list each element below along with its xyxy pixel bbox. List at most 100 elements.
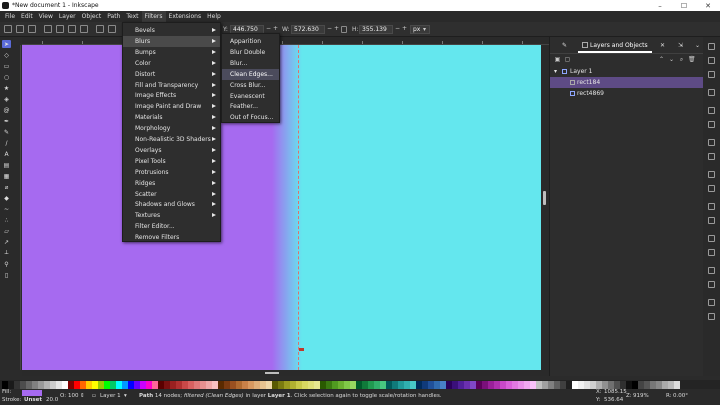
delete-icon[interactable]: 🗑 bbox=[688, 56, 696, 63]
selector-tool-icon[interactable]: ➤ bbox=[2, 40, 11, 48]
width-field[interactable]: 572.630 bbox=[291, 25, 325, 34]
preferences-icon[interactable] bbox=[708, 299, 715, 306]
eraser-tool-icon[interactable]: ▱ bbox=[2, 227, 11, 235]
zoom-tool-icon[interactable]: ⚲ bbox=[2, 260, 11, 268]
panel-menu-chevron-icon[interactable]: ⌄ bbox=[695, 42, 700, 49]
save-icon[interactable] bbox=[708, 71, 715, 78]
menu-layer[interactable]: Layer bbox=[56, 11, 79, 22]
import-icon[interactable] bbox=[708, 107, 715, 114]
spiral-tool-icon[interactable]: @ bbox=[2, 106, 11, 114]
blurs-submenu-item[interactable]: Feather... bbox=[222, 101, 279, 112]
h-decrement[interactable]: − bbox=[395, 25, 400, 32]
blurs-submenu-item[interactable]: Evanescent bbox=[222, 91, 279, 102]
menu-extensions[interactable]: Extensions bbox=[166, 11, 205, 22]
menu-text[interactable]: Text bbox=[123, 11, 141, 22]
flip-horizontal-icon[interactable] bbox=[68, 25, 76, 33]
filters-menu-item[interactable]: Image Paint and Draw bbox=[123, 101, 220, 112]
paint-bucket-tool-icon[interactable]: ◆ bbox=[2, 194, 11, 202]
tree-row-rect4869[interactable]: rect4869 bbox=[550, 88, 704, 99]
blurs-submenu-item[interactable]: Clean Edges... bbox=[222, 68, 279, 80]
zoom-selection-icon[interactable] bbox=[708, 203, 715, 210]
horizontal-scrollbar[interactable] bbox=[22, 370, 549, 376]
tree-row-rect184[interactable]: rect184 bbox=[550, 77, 704, 88]
vertical-scroll-thumb[interactable] bbox=[543, 191, 546, 205]
menu-file[interactable]: File bbox=[2, 11, 18, 22]
filters-menu-item[interactable]: Shadows and Glows bbox=[123, 199, 220, 210]
stroke-width-value[interactable]: 20.0 bbox=[46, 397, 58, 403]
paste-icon[interactable] bbox=[708, 185, 715, 192]
group-icon[interactable] bbox=[708, 267, 715, 274]
export-tab-icon[interactable]: ⇲ bbox=[678, 42, 683, 49]
spray-tool-icon[interactable]: ∴ bbox=[2, 216, 11, 224]
raise-icon[interactable] bbox=[108, 25, 116, 33]
drawing-canvas[interactable] bbox=[22, 45, 541, 370]
node-tool-icon[interactable]: ◇ bbox=[2, 51, 11, 59]
calligraphy-tool-icon[interactable]: / bbox=[2, 139, 11, 147]
w-increment[interactable]: + bbox=[334, 25, 339, 32]
ellipse-tool-icon[interactable]: ○ bbox=[2, 73, 11, 81]
clone-icon[interactable] bbox=[708, 249, 715, 256]
units-select[interactable]: px bbox=[410, 25, 430, 34]
filters-menu-item[interactable]: Non-Realistic 3D Shaders bbox=[123, 134, 220, 145]
open-file-icon[interactable] bbox=[708, 57, 715, 64]
star-tool-icon[interactable]: ★ bbox=[2, 84, 11, 92]
rotate-cw-icon[interactable] bbox=[56, 25, 64, 33]
rotation-value[interactable]: 0.00° bbox=[673, 393, 688, 399]
search-icon[interactable]: ⌕ bbox=[678, 56, 685, 63]
document-properties-icon[interactable] bbox=[708, 313, 715, 320]
filters-menu-item[interactable]: Fill and Transparency bbox=[123, 80, 220, 91]
y-increment[interactable]: + bbox=[273, 25, 278, 32]
mesh-tool-icon[interactable]: ▦ bbox=[2, 172, 11, 180]
flip-vertical-icon[interactable] bbox=[80, 25, 88, 33]
print-icon[interactable] bbox=[708, 89, 715, 96]
maximize-button[interactable]: ☐ bbox=[672, 2, 696, 10]
menu-view[interactable]: View bbox=[36, 11, 56, 22]
color-palette[interactable] bbox=[0, 380, 720, 389]
tree-row-layer1[interactable]: ▾ Layer 1 bbox=[550, 66, 704, 77]
minimize-button[interactable]: – bbox=[648, 2, 672, 10]
raise-to-top-icon[interactable] bbox=[96, 25, 104, 33]
menu-path[interactable]: Path bbox=[104, 11, 123, 22]
zoom-value[interactable]: 919% bbox=[633, 393, 649, 399]
selection-handle[interactable] bbox=[299, 348, 304, 351]
connector-tool-icon[interactable]: ↗ bbox=[2, 238, 11, 246]
height-field[interactable]: 355.139 bbox=[359, 25, 393, 34]
undo-icon[interactable] bbox=[708, 139, 715, 146]
y-decrement[interactable]: − bbox=[266, 25, 271, 32]
menu-object[interactable]: Object bbox=[79, 11, 105, 22]
duplicate-icon[interactable] bbox=[708, 235, 715, 242]
menu-edit[interactable]: Edit bbox=[18, 11, 36, 22]
filters-menu-item[interactable]: Filter Editor... bbox=[123, 221, 220, 232]
zoom-drawing-icon[interactable] bbox=[708, 217, 715, 224]
move-down-icon[interactable]: ⌄ bbox=[668, 56, 675, 63]
move-up-icon[interactable]: ⌃ bbox=[658, 56, 665, 63]
filters-menu-item[interactable]: Materials bbox=[123, 112, 220, 123]
pen-tool-icon[interactable]: ✒ bbox=[2, 117, 11, 125]
filters-menu-item[interactable]: Color bbox=[123, 58, 220, 69]
tab-close-icon[interactable]: ✕ bbox=[660, 42, 665, 49]
filters-menu-item[interactable]: Protrusions bbox=[123, 167, 220, 178]
text-tool-icon[interactable]: A bbox=[2, 150, 11, 158]
opacity-value[interactable]: 100 bbox=[68, 393, 79, 399]
select-all-icon[interactable] bbox=[4, 25, 12, 33]
filters-menu-item[interactable]: Remove Filters bbox=[123, 232, 220, 243]
lock-ratio-icon[interactable] bbox=[341, 26, 347, 33]
w-decrement[interactable]: − bbox=[327, 25, 332, 32]
fill-stroke-tab-icon[interactable]: ✎ bbox=[562, 42, 567, 49]
redo-icon[interactable] bbox=[708, 153, 715, 160]
remove-layer-icon[interactable]: ▢ bbox=[564, 56, 571, 63]
rotate-ccw-icon[interactable] bbox=[44, 25, 52, 33]
close-button[interactable]: ✕ bbox=[696, 2, 720, 10]
filters-menu-item[interactable]: Textures bbox=[123, 210, 220, 221]
blurs-submenu-item[interactable]: Out of Focus... bbox=[222, 112, 279, 123]
h-increment[interactable]: + bbox=[402, 25, 407, 32]
blurs-submenu-item[interactable]: Blur Double bbox=[222, 47, 279, 58]
pages-tool-icon[interactable]: ▯ bbox=[2, 271, 11, 279]
expand-chevron-icon[interactable]: ▾ bbox=[554, 66, 557, 77]
opacity-stepper-icon[interactable]: ⇕ bbox=[80, 393, 85, 399]
deselect-icon[interactable] bbox=[28, 25, 36, 33]
horizontal-scroll-thumb[interactable] bbox=[265, 372, 279, 374]
filters-menu-item[interactable]: Overlays bbox=[123, 145, 220, 156]
menu-filters[interactable]: Filters bbox=[141, 11, 166, 22]
menu-help[interactable]: Help bbox=[204, 11, 224, 22]
